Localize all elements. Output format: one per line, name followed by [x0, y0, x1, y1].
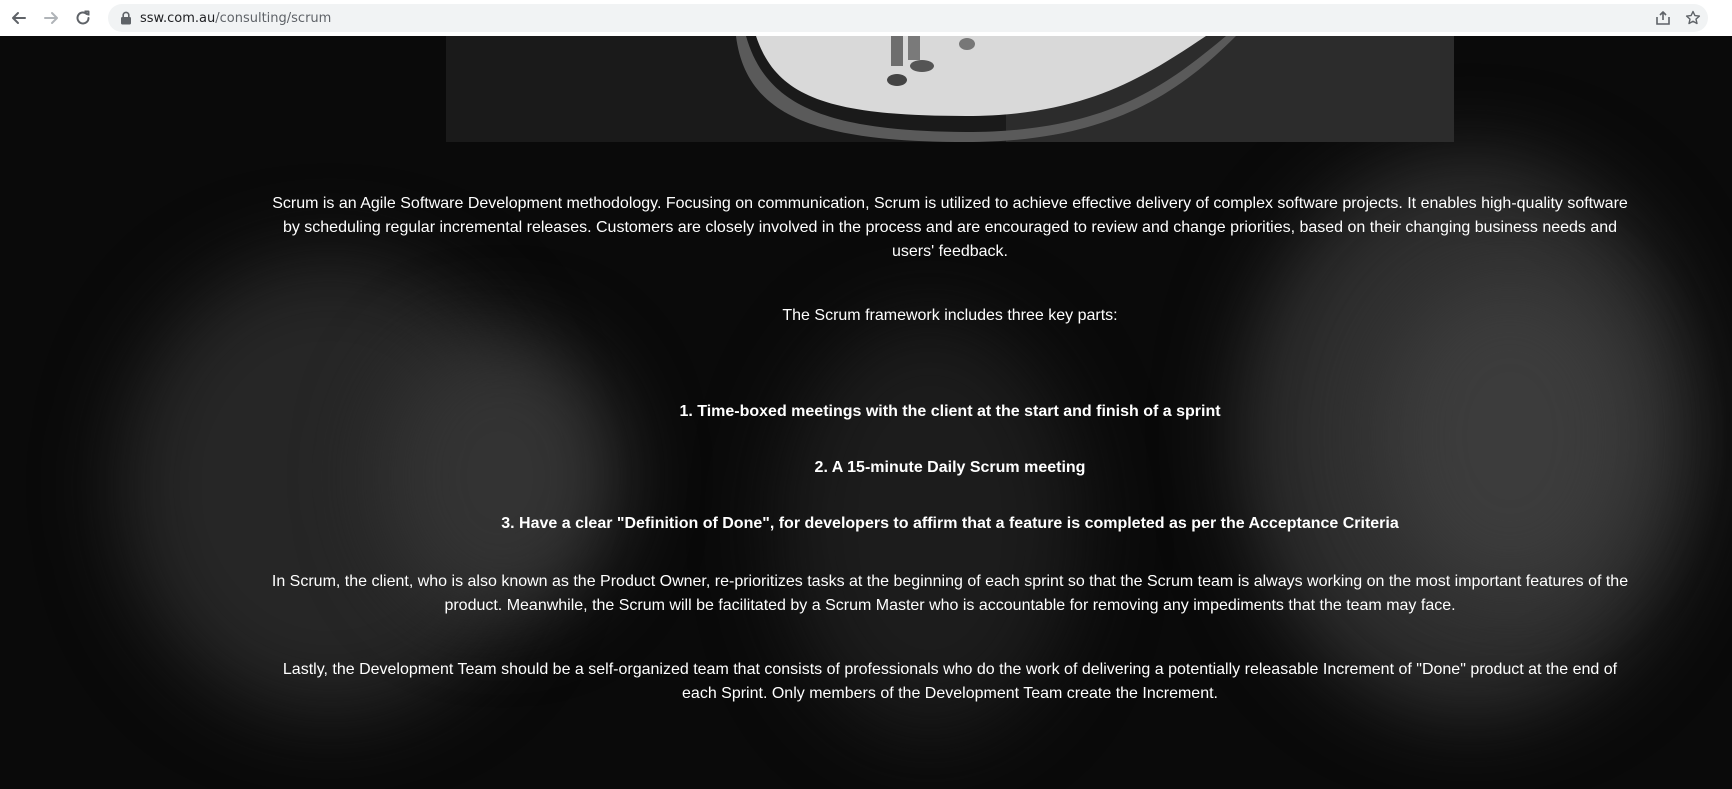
dev-team-paragraph: Lastly, the Development Team should be a… [282, 661, 1618, 702]
share-icon[interactable] [1648, 4, 1678, 32]
hero-image [446, 36, 1454, 142]
url-text: ssw.com.au/consulting/scrum [140, 11, 331, 26]
framework-intro: The Scrum framework includes three key p… [782, 307, 1118, 324]
scrum-content: Scrum is an Agile Software Development m… [270, 192, 1630, 706]
intro-paragraph: Scrum is an Agile Software Development m… [272, 195, 1628, 260]
omnibox-actions [1648, 4, 1708, 32]
reload-icon[interactable] [68, 3, 98, 33]
url-domain: ssw.com.au [140, 10, 216, 26]
hero-illustration [446, 36, 1454, 142]
lock-icon[interactable] [120, 11, 132, 25]
url-path: /consulting/scrum [215, 10, 332, 26]
product-owner-paragraph: In Scrum, the client, who is also known … [271, 573, 1629, 614]
browser-toolbar: ssw.com.au/consulting/scrum [0, 0, 1732, 36]
key-part-item: 1. Time-boxed meetings with the client a… [679, 403, 1221, 420]
bookmark-star-icon[interactable] [1678, 4, 1708, 32]
address-bar[interactable]: ssw.com.au/consulting/scrum [108, 4, 1708, 32]
key-parts-list: 1. Time-boxed meetings with the client a… [270, 400, 1630, 536]
page-body: Scrum is an Agile Software Development m… [0, 36, 1732, 789]
back-icon[interactable] [4, 3, 34, 33]
key-part-item: 2. A 15-minute Daily Scrum meeting [814, 459, 1086, 476]
key-part-item: 3. Have a clear "Definition of Done", fo… [501, 515, 1399, 532]
forward-icon[interactable] [36, 3, 66, 33]
